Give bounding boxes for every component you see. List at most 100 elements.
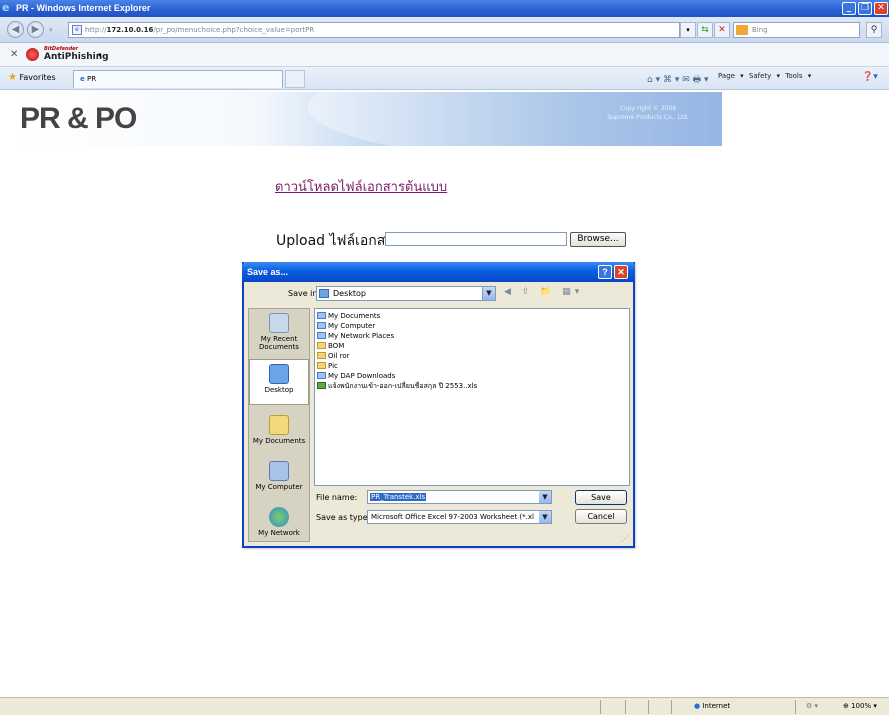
list-item[interactable]: Pic: [317, 361, 338, 371]
my-documents-icon: [317, 312, 326, 319]
forward-button[interactable]: ▶: [27, 21, 44, 38]
network-places-icon: [317, 332, 326, 339]
place-my-computer[interactable]: My Computer: [249, 461, 309, 491]
list-item[interactable]: My Computer: [317, 321, 375, 331]
place-my-network[interactable]: My Network: [249, 507, 309, 537]
dialog-toolbar-icons[interactable]: ◀ ⇧ 📁 ▦▾: [504, 287, 583, 297]
list-item[interactable]: Oil ror: [317, 351, 350, 361]
folder-icon: [317, 352, 326, 359]
dialog-title: Save as...: [247, 267, 289, 277]
globe-icon: ●: [694, 702, 701, 710]
new-tab-button[interactable]: [285, 70, 305, 88]
help-button[interactable]: ?: [598, 265, 612, 279]
status-bar: ● Internet ⚙ ▾ ⊕ 100% ▾: [0, 697, 889, 715]
favorites-button[interactable]: ★ Favorites: [8, 72, 56, 83]
place-my-documents[interactable]: My Documents: [249, 415, 309, 445]
tab-title: PR: [86, 75, 97, 83]
antiphishing-toolbar: ✕ BitDefender AntiPhishing ▾: [0, 43, 889, 67]
my-computer-icon: [317, 322, 326, 329]
search-icon[interactable]: ⚲: [866, 22, 882, 38]
list-item[interactable]: My DAP Downloads: [317, 371, 395, 381]
favorites-label: Favorites: [19, 73, 56, 82]
home-icon[interactable]: ⌂ ▾ ⌘ ▾ ✉ 🖶 ▾: [647, 72, 708, 88]
place-label: My Network: [258, 529, 300, 537]
search-placeholder: Bing: [752, 26, 768, 34]
save-as-type-select[interactable]: Microsoft Office Excel 97-2003 Worksheet…: [367, 510, 552, 524]
url-prefix: http://: [85, 26, 107, 34]
bing-icon: [736, 25, 748, 35]
bitdefender-logo-icon: [26, 48, 39, 61]
place-label: My Recent Documents: [259, 335, 299, 351]
chevron-down-icon[interactable]: ▼: [539, 511, 551, 523]
zoom-control[interactable]: ⊕ 100% ▾: [843, 702, 877, 710]
save-in-value: Desktop: [333, 289, 366, 298]
file-name-value: PR_Transtek.xls: [370, 493, 427, 501]
stop-icon[interactable]: ✕: [714, 22, 730, 38]
list-item[interactable]: แจ้งพนักงานเข้า-ออก-เปลี่ยนชื่อสกุล ปี 2…: [317, 381, 477, 391]
desktop-place-icon: [269, 364, 289, 384]
internet-zone[interactable]: ● Internet: [694, 702, 730, 710]
file-name: My Network Places: [328, 332, 395, 340]
downloads-icon: [317, 372, 326, 379]
list-item[interactable]: BOM: [317, 341, 344, 351]
file-name: Oil ror: [328, 352, 350, 360]
file-name: My DAP Downloads: [328, 372, 396, 380]
file-list[interactable]: My Documents My Computer My Network Plac…: [314, 308, 630, 486]
save-in-select[interactable]: Desktop ▼: [316, 286, 496, 301]
divider: [795, 700, 796, 714]
chevron-down-icon[interactable]: ▼: [482, 287, 495, 300]
save-as-type-label: Save as type:: [316, 513, 371, 522]
tab-ie-icon: e: [80, 75, 85, 83]
file-name-input[interactable]: PR_Transtek.xls ▼: [367, 490, 552, 504]
refresh-icon[interactable]: ⇆: [697, 22, 713, 38]
url-path: /pr_po/menuchoice.php?choice_value=portP…: [153, 26, 315, 34]
resize-grip-icon[interactable]: ⋰: [621, 534, 631, 544]
dialog-titlebar: Save as... ? ✕: [242, 262, 635, 282]
address-field[interactable]: e http://172.10.0.16/pr_po/menuchoice.ph…: [68, 22, 680, 38]
back-button[interactable]: ◀: [7, 21, 24, 38]
zone-label: Internet: [702, 702, 731, 710]
cancel-button[interactable]: Cancel: [575, 509, 627, 524]
ie-logo-icon: e: [2, 1, 10, 14]
close-button[interactable]: ✕: [874, 2, 888, 15]
browse-button[interactable]: Browse...: [570, 232, 626, 247]
list-item[interactable]: My Documents: [317, 311, 380, 321]
folder-icon: [317, 362, 326, 369]
copyright-line1: Copy right © 2006: [619, 105, 677, 112]
address-dropdown-button[interactable]: ▾: [680, 22, 696, 38]
search-input[interactable]: Bing: [733, 22, 860, 38]
chevron-down-icon[interactable]: ▼: [539, 491, 551, 503]
my-computer-icon: [269, 461, 289, 481]
upload-file-input[interactable]: [385, 232, 567, 246]
places-bar: My Recent Documents Desktop My Documents…: [248, 308, 310, 542]
command-bar-menus[interactable]: Page ▾ Safety ▾ Tools ▾: [718, 72, 811, 80]
protected-mode-icon[interactable]: ⚙ ▾: [806, 702, 818, 710]
place-label: My Computer: [255, 483, 303, 491]
upload-label: Upload ไฟล์เอกสาร: [276, 233, 401, 249]
url-host: 172.10.0.16: [106, 26, 154, 34]
history-dropdown-icon[interactable]: ▾: [49, 26, 53, 34]
save-as-type-value: Microsoft Office Excel 97-2003 Worksheet…: [371, 513, 534, 521]
file-name: My Computer: [328, 322, 376, 330]
window-titlebar: e PR - Windows Internet Explorer _ ❐ ✕: [0, 0, 889, 17]
copyright-line2: Supreme Products Co., Ltd.: [607, 114, 689, 121]
divider: [671, 700, 672, 714]
place-my-recent-documents[interactable]: My Recent Documents: [249, 313, 309, 351]
place-desktop[interactable]: Desktop: [249, 359, 309, 405]
dialog-close-button[interactable]: ✕: [614, 265, 628, 279]
divider: [648, 700, 649, 714]
help-icon[interactable]: ❓▾: [862, 72, 878, 82]
tab-pr[interactable]: e PR: [73, 70, 283, 88]
list-item[interactable]: My Network Places: [317, 331, 394, 341]
maximize-button[interactable]: ❐: [858, 2, 872, 15]
close-toolbar-icon[interactable]: ✕: [10, 49, 18, 60]
antiphishing-dropdown-icon[interactable]: ▾: [98, 51, 102, 59]
file-name: My Documents: [328, 312, 381, 320]
download-template-link[interactable]: ดาวน์โหลดไฟล์เอกสารต้นแบบ: [275, 176, 447, 197]
star-icon: ★: [8, 72, 17, 83]
excel-file-icon: [317, 382, 326, 389]
divider: [600, 700, 601, 714]
minimize-button[interactable]: _: [842, 2, 856, 15]
divider: [625, 700, 626, 714]
save-button[interactable]: Save: [575, 490, 627, 505]
